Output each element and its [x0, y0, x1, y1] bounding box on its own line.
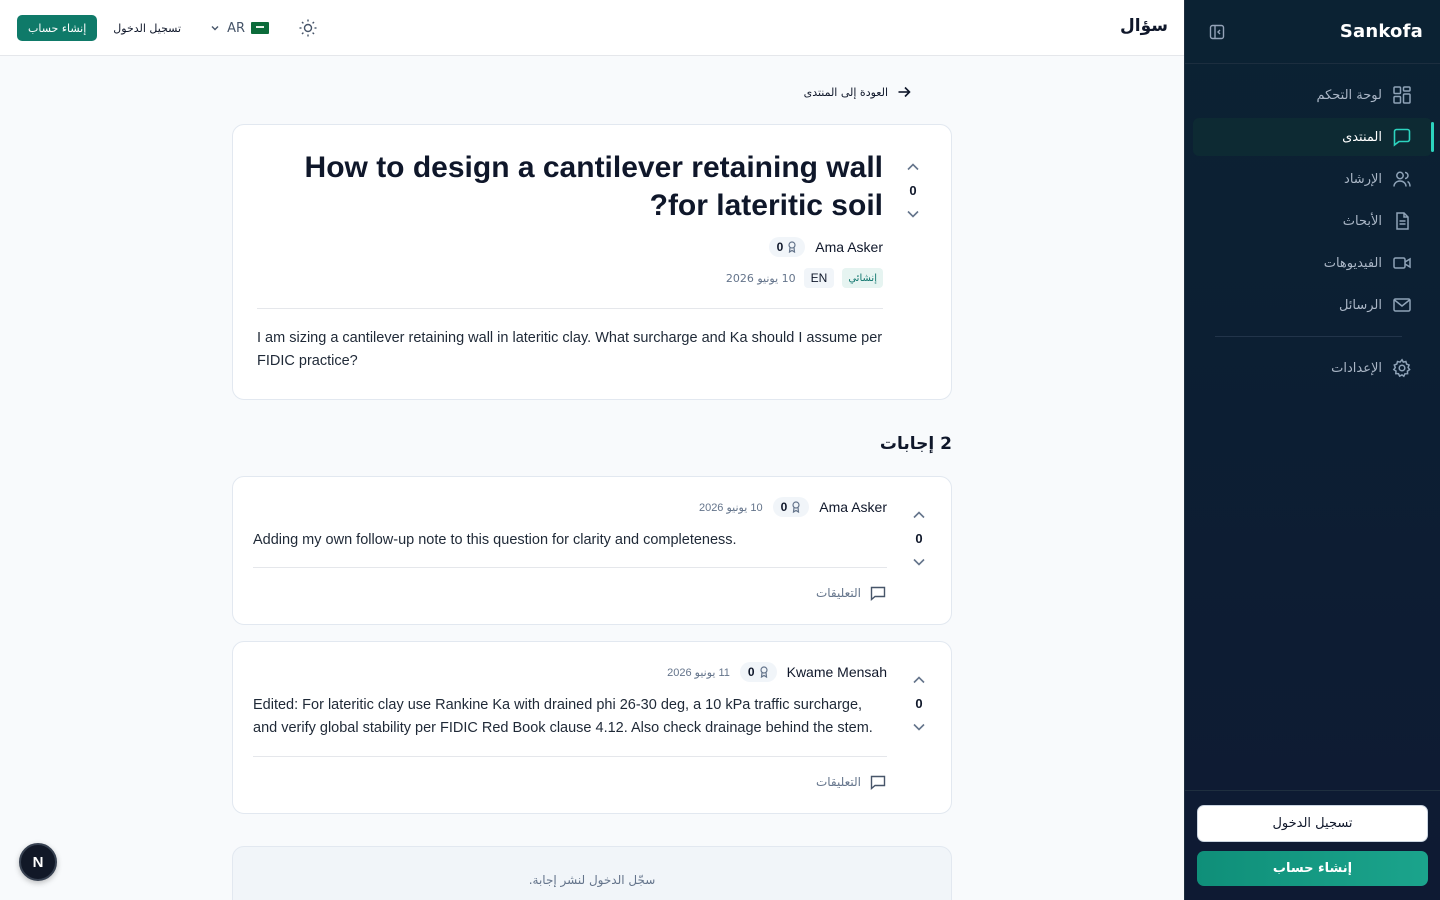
reputation-badge: 0: [768, 237, 806, 257]
login-to-answer-prompt: سجّل الدخول لنشر إجابة.: [232, 846, 952, 900]
reputation-badge: 0: [739, 662, 777, 682]
answer-body: Adding my own follow-up note to this que…: [253, 532, 737, 548]
question-vote-control: 0: [893, 157, 933, 224]
forum-icon: [1392, 127, 1412, 147]
language-selector[interactable]: AR: [209, 21, 269, 36]
sidebar-item-mentorship[interactable]: الإرشاد: [1193, 160, 1432, 198]
divider: [253, 567, 887, 568]
divider: [257, 308, 883, 309]
answer-vote-control: 0: [899, 505, 939, 572]
vote-count: 0: [909, 183, 917, 198]
sidebar-item-label: لوحة التحكم: [1316, 87, 1382, 103]
divider: [253, 756, 887, 757]
sidebar-item-forum[interactable]: المنتدى: [1193, 118, 1434, 156]
document-icon: [1392, 211, 1412, 231]
sidebar-item-research[interactable]: الأبحاث: [1193, 202, 1432, 240]
mail-icon: [1392, 295, 1412, 315]
login-prompt-text[interactable]: سجّل الدخول لنشر إجابة.: [529, 873, 656, 900]
answer-vote-control: 0: [899, 670, 939, 737]
downvote-chevron-down-icon[interactable]: [909, 552, 929, 572]
sidebar-signup-button[interactable]: إنشاء حساب: [1197, 851, 1428, 886]
theme-toggle-sun-icon[interactable]: [297, 17, 319, 39]
answers-heading: 2 إجابات: [879, 434, 952, 454]
sidebar-item-label: المنتدى: [1342, 129, 1382, 145]
header-actions: إنشاء حساب تسجيل الدخول AR: [17, 15, 319, 41]
sidebar-item-settings[interactable]: الإعدادات: [1193, 349, 1432, 387]
video-icon: [1392, 253, 1412, 273]
language-code: AR: [227, 20, 245, 36]
comment-icon: [869, 584, 887, 602]
sidebar: Sankofa لوحة التحكم المنتدى الإرشاد الأب…: [1184, 0, 1440, 900]
gear-icon: [1392, 358, 1412, 378]
top-header: إنشاء حساب تسجيل الدخول AR سؤال: [0, 0, 1184, 56]
sidebar-item-dashboard[interactable]: لوحة التحكم: [1193, 76, 1432, 114]
post-date: 10 يونيو 2026: [698, 501, 763, 514]
author-name[interactable]: Kwame Mensah: [787, 664, 887, 680]
author-name[interactable]: Ama Asker: [815, 239, 883, 255]
dashboard-icon: [1392, 85, 1412, 105]
comments-label: التعليقات: [815, 586, 861, 600]
header-signup-button[interactable]: إنشاء حساب: [17, 15, 98, 41]
chevron-down-icon: [209, 22, 221, 34]
medal-icon: [787, 241, 797, 253]
question-meta: إنشائي EN 10 يونيو 2026: [726, 268, 883, 288]
header-login-button[interactable]: تسجيل الدخول: [113, 22, 181, 35]
sidebar-item-label: الأبحاث: [1342, 213, 1382, 229]
reputation-value: 0: [780, 500, 788, 514]
comments-button[interactable]: التعليقات: [816, 773, 887, 791]
sidebar-login-button[interactable]: تسجيل الدخول: [1197, 805, 1428, 842]
comments-button[interactable]: التعليقات: [816, 584, 887, 602]
sidebar-item-videos[interactable]: الفيديوهات: [1193, 244, 1432, 282]
post-date: 11 يونيو 2026: [667, 666, 730, 679]
language-tag: EN: [803, 268, 835, 288]
medal-icon: [759, 666, 769, 678]
post-date: 10 يونيو 2026: [725, 271, 796, 285]
upvote-chevron-up-icon[interactable]: [909, 505, 929, 525]
sidebar-header: Sankofa: [1185, 0, 1440, 64]
reputation-badge: 0: [772, 497, 810, 517]
dev-tools-button[interactable]: N: [19, 843, 57, 881]
back-to-forum-link[interactable]: العودة إلى المنتدى: [804, 84, 912, 100]
vote-count: 0: [915, 531, 923, 546]
sidebar-item-label: الفيديوهات: [1323, 255, 1382, 271]
question-card: 0 How to design a cantilever retaining w…: [232, 124, 952, 400]
comment-icon: [869, 773, 887, 791]
medal-icon: [791, 501, 801, 513]
sidebar-divider: [1215, 336, 1402, 337]
reputation-value: 0: [747, 665, 755, 679]
sidebar-collapse-icon[interactable]: [1205, 20, 1229, 44]
arrow-right-icon: [896, 84, 912, 100]
sidebar-item-label: الإعدادات: [1331, 360, 1382, 376]
upvote-chevron-up-icon[interactable]: [909, 670, 929, 690]
question-title: How to design a cantilever retaining wal…: [304, 151, 883, 222]
main-content: العودة إلى المنتدى 0 How to design a can…: [0, 56, 1184, 900]
sidebar-item-label: الرسائل: [1338, 297, 1382, 313]
brand-logo[interactable]: Sankofa: [1340, 21, 1423, 42]
flag-icon: [251, 22, 269, 34]
sidebar-footer: تسجيل الدخول إنشاء حساب: [1184, 790, 1440, 900]
question-author-row: Ama Asker 0: [768, 237, 883, 257]
downvote-chevron-down-icon[interactable]: [903, 204, 923, 224]
sidebar-item-messages[interactable]: الرسائل: [1193, 286, 1432, 324]
answer-card: 0 Ama Asker 0 10 يونيو 2026 Adding my ow…: [232, 476, 952, 625]
downvote-chevron-down-icon[interactable]: [909, 717, 929, 737]
users-icon: [1392, 169, 1412, 189]
answer-body: Edited: For lateritic clay use Rankine K…: [253, 697, 873, 736]
reputation-value: 0: [776, 240, 784, 254]
comments-label: التعليقات: [815, 775, 861, 789]
answer-header: Ama Asker 0 10 يونيو 2026: [699, 497, 887, 517]
upvote-chevron-up-icon[interactable]: [903, 157, 923, 177]
answer-card: 0 Kwame Mensah 0 11 يونيو 2026 Edited: F…: [232, 641, 952, 814]
back-link-label: العودة إلى المنتدى: [803, 85, 888, 99]
sidebar-item-label: الإرشاد: [1344, 171, 1382, 187]
page-title: سؤال: [1120, 16, 1168, 36]
category-tag[interactable]: إنشائي: [842, 268, 883, 288]
vote-count: 0: [915, 696, 923, 711]
question-body: I am sizing a cantilever retaining wall …: [257, 330, 883, 369]
author-name[interactable]: Ama Asker: [819, 499, 887, 515]
sidebar-nav: لوحة التحكم المنتدى الإرشاد الأبحاث الفي…: [1185, 64, 1440, 387]
answer-header: Kwame Mensah 0 11 يونيو 2026: [667, 662, 887, 682]
